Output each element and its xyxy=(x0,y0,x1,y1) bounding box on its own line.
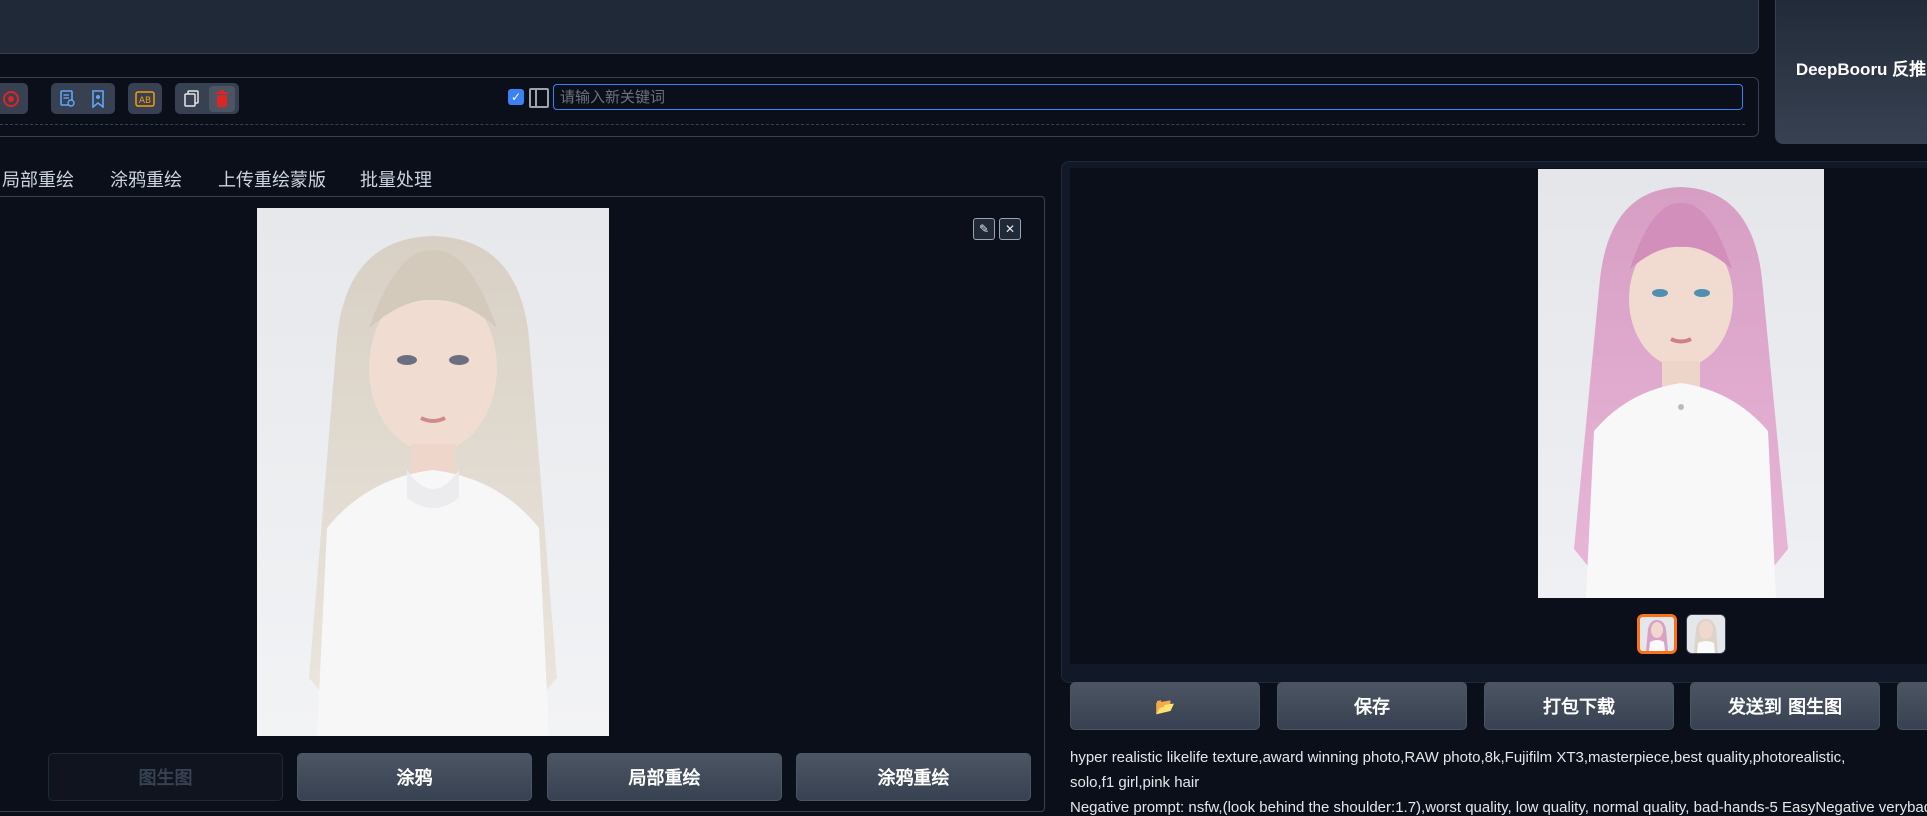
tab-batch[interactable]: 批量处理 xyxy=(360,166,432,192)
tool-group-2 xyxy=(51,83,115,114)
open-folder-button[interactable]: 📂 xyxy=(1070,682,1260,730)
send-to-img2img-button[interactable]: 发送到 图生图 xyxy=(1690,682,1880,730)
toolbar-divider xyxy=(0,124,1745,125)
save-button[interactable]: 保存 xyxy=(1277,682,1467,730)
tab-sketch-inpaint[interactable]: 涂鸦重绘 xyxy=(110,166,182,192)
keyword-checkbox[interactable]: ✓ xyxy=(508,89,524,105)
output-image[interactable] xyxy=(1538,169,1824,598)
img2img-button[interactable]: 图生图 xyxy=(48,753,283,801)
layout-icon[interactable] xyxy=(529,88,549,108)
zip-download-button[interactable]: 打包下载 xyxy=(1484,682,1674,730)
tool-group-3: AB xyxy=(128,83,162,114)
red-circle-icon[interactable] xyxy=(0,86,24,112)
trash-icon[interactable] xyxy=(209,85,235,112)
input-image[interactable] xyxy=(257,208,609,736)
generation-info-line2: solo,f1 girl,pink hair xyxy=(1070,774,1200,791)
tool-group-1 xyxy=(0,83,28,114)
thumbnail-selected[interactable] xyxy=(1637,614,1677,654)
deepbooru-button[interactable]: DeepBooru 反推 xyxy=(1775,0,1927,144)
bookmark-icon[interactable] xyxy=(85,86,111,112)
svg-text:AB: AB xyxy=(139,96,151,106)
more-action-button[interactable] xyxy=(1897,682,1927,730)
sketch-button[interactable]: 涂鸦 xyxy=(297,753,532,801)
prompt-textarea[interactable] xyxy=(0,0,1759,54)
ab-icon[interactable]: AB xyxy=(132,86,158,112)
tool-group-4 xyxy=(175,83,239,114)
doc-search-icon[interactable] xyxy=(55,86,81,112)
close-icon[interactable]: ✕ xyxy=(999,218,1021,240)
inpaint-sketch-button[interactable]: 涂鸦重绘 xyxy=(796,753,1031,801)
keyword-input[interactable] xyxy=(553,84,1743,110)
generation-info-line1: hyper realistic likelife texture,award w… xyxy=(1070,749,1846,766)
inpaint-button[interactable]: 局部重绘 xyxy=(547,753,782,801)
tab-inpaint[interactable]: 局部重绘 xyxy=(2,166,74,192)
copy-icon[interactable] xyxy=(179,86,205,112)
generation-info-line3: Negative prompt: nsfw,(look behind the s… xyxy=(1070,799,1927,816)
folder-icon: 📂 xyxy=(1155,696,1175,716)
pencil-icon[interactable]: ✎ xyxy=(973,218,995,240)
thumbnail[interactable] xyxy=(1686,614,1726,654)
tab-inpaint-upload[interactable]: 上传重绘蒙版 xyxy=(218,166,326,192)
